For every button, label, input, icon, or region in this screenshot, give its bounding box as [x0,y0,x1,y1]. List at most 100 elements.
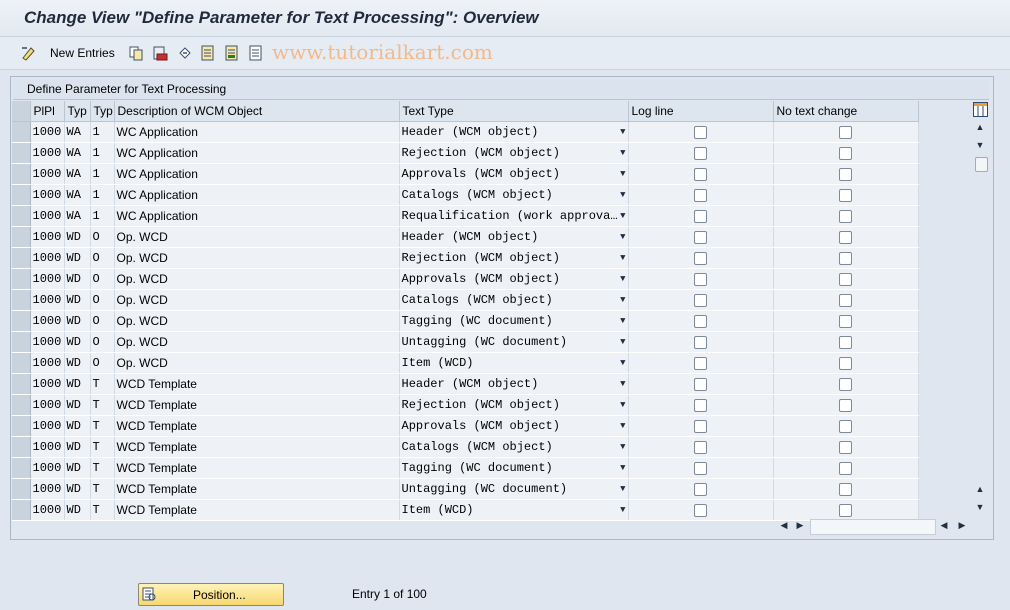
text-type-dropdown[interactable]: Rejection (WCM object) ▼ [399,142,629,164]
column-header-plpl[interactable]: PlPl [30,101,65,122]
dropdown-arrow-icon[interactable]: ▼ [620,379,625,389]
column-header-typ-1[interactable]: Typ [64,101,91,122]
vertical-scrollbar[interactable]: ▲ ▼ ▲ ▼ [970,100,990,518]
dropdown-arrow-icon[interactable]: ▼ [620,484,625,494]
log-line-checkbox[interactable] [694,294,707,308]
row-selector[interactable] [12,499,31,521]
scroll-down-icon[interactable]: ▼ [974,502,986,514]
no-text-change-checkbox[interactable] [839,399,852,413]
row-selector[interactable] [12,289,31,311]
text-type-dropdown[interactable]: Catalogs (WCM object) ▼ [399,436,629,458]
log-line-checkbox[interactable] [694,147,707,161]
no-text-change-checkbox[interactable] [839,189,852,203]
row-selector[interactable] [12,121,31,143]
text-type-dropdown[interactable]: Rejection (WCM object) ▼ [399,394,629,416]
log-line-checkbox[interactable] [694,399,707,413]
deselect-all-icon[interactable] [248,45,264,61]
log-line-checkbox[interactable] [694,252,707,266]
scroll-left-icon[interactable]: ◀ [778,520,790,532]
no-text-change-checkbox[interactable] [839,504,852,518]
column-header-description[interactable]: Description of WCM Object [114,101,400,122]
dropdown-arrow-icon[interactable]: ▼ [620,127,625,137]
text-type-dropdown[interactable]: Requalification (work approva… ▼ [399,205,629,227]
no-text-change-checkbox[interactable] [839,462,852,476]
new-entries-button[interactable]: New Entries [50,46,115,60]
row-selector[interactable] [12,184,31,206]
dropdown-arrow-icon[interactable]: ▼ [620,148,625,158]
no-text-change-checkbox[interactable] [839,420,852,434]
text-type-dropdown[interactable]: Tagging (WC document) ▼ [399,310,629,332]
dropdown-arrow-icon[interactable]: ▼ [620,169,625,179]
dropdown-arrow-icon[interactable]: ▼ [620,295,625,305]
log-line-checkbox[interactable] [694,231,707,245]
dropdown-arrow-icon[interactable]: ▼ [620,463,625,473]
text-type-dropdown[interactable]: Approvals (WCM object) ▼ [399,415,629,437]
text-type-dropdown[interactable]: Item (WCD) ▼ [399,352,629,374]
log-line-checkbox[interactable] [694,420,707,434]
row-selector[interactable] [12,310,31,332]
no-text-change-checkbox[interactable] [839,378,852,392]
text-type-dropdown[interactable]: Approvals (WCM object) ▼ [399,268,629,290]
row-selector[interactable] [12,205,31,227]
no-text-change-checkbox[interactable] [839,231,852,245]
no-text-change-checkbox[interactable] [839,441,852,455]
column-header-no-text-change[interactable]: No text change [773,101,919,122]
undo-icon[interactable] [176,45,194,61]
text-type-dropdown[interactable]: Header (WCM object) ▼ [399,226,629,248]
delete-icon[interactable] [152,45,168,61]
text-type-dropdown[interactable]: Untagging (WC document) ▼ [399,331,629,353]
text-type-dropdown[interactable]: Item (WCD) ▼ [399,499,629,521]
log-line-checkbox[interactable] [694,126,707,140]
text-type-dropdown[interactable]: Rejection (WCM object) ▼ [399,247,629,269]
display-change-icon[interactable] [20,45,38,61]
log-line-checkbox[interactable] [694,441,707,455]
no-text-change-checkbox[interactable] [839,336,852,350]
row-selector[interactable] [12,457,31,479]
dropdown-arrow-icon[interactable]: ▼ [620,274,625,284]
row-selector[interactable] [12,247,31,269]
log-line-checkbox[interactable] [694,336,707,350]
log-line-checkbox[interactable] [694,357,707,371]
row-selector[interactable] [12,226,31,248]
text-type-dropdown[interactable]: Header (WCM object) ▼ [399,121,629,143]
row-selector[interactable] [12,394,31,416]
select-block-icon[interactable] [224,45,240,61]
no-text-change-checkbox[interactable] [839,315,852,329]
column-header-text-type[interactable]: Text Type [399,101,629,122]
horizontal-scrollbar[interactable]: ◀ ▶ ◀ ▶ [776,518,976,535]
dropdown-arrow-icon[interactable]: ▼ [620,190,625,200]
log-line-checkbox[interactable] [694,504,707,518]
row-selector[interactable] [12,331,31,353]
dropdown-arrow-icon[interactable]: ▼ [620,421,625,431]
dropdown-arrow-icon[interactable]: ▼ [620,253,625,263]
no-text-change-checkbox[interactable] [839,357,852,371]
dropdown-arrow-icon[interactable]: ▼ [620,400,625,410]
horizontal-scroll-track[interactable] [810,519,936,535]
no-text-change-checkbox[interactable] [839,126,852,140]
text-type-dropdown[interactable]: Catalogs (WCM object) ▼ [399,289,629,311]
no-text-change-checkbox[interactable] [839,168,852,182]
log-line-checkbox[interactable] [694,378,707,392]
dropdown-arrow-icon[interactable]: ▼ [620,358,625,368]
dropdown-arrow-icon[interactable]: ▼ [620,316,625,326]
no-text-change-checkbox[interactable] [839,252,852,266]
log-line-checkbox[interactable] [694,315,707,329]
dropdown-arrow-icon[interactable]: ▼ [620,337,625,347]
row-selector[interactable] [12,478,31,500]
row-selector[interactable] [12,163,31,185]
scroll-right-page-icon[interactable]: ▶ [794,520,806,532]
dropdown-arrow-icon[interactable]: ▼ [620,442,625,452]
text-type-dropdown[interactable]: Header (WCM object) ▼ [399,373,629,395]
log-line-checkbox[interactable] [694,189,707,203]
dropdown-arrow-icon[interactable]: ▼ [620,505,625,515]
row-selector[interactable] [12,436,31,458]
scroll-left-end-icon[interactable]: ◀ [938,520,950,532]
scroll-thumb[interactable] [975,157,988,172]
dropdown-arrow-icon[interactable]: ▼ [620,211,625,221]
row-selector[interactable] [12,142,31,164]
select-all-icon[interactable] [200,45,216,61]
log-line-checkbox[interactable] [694,168,707,182]
no-text-change-checkbox[interactable] [839,147,852,161]
select-all-cell[interactable] [12,101,31,122]
copy-icon[interactable] [128,45,144,61]
